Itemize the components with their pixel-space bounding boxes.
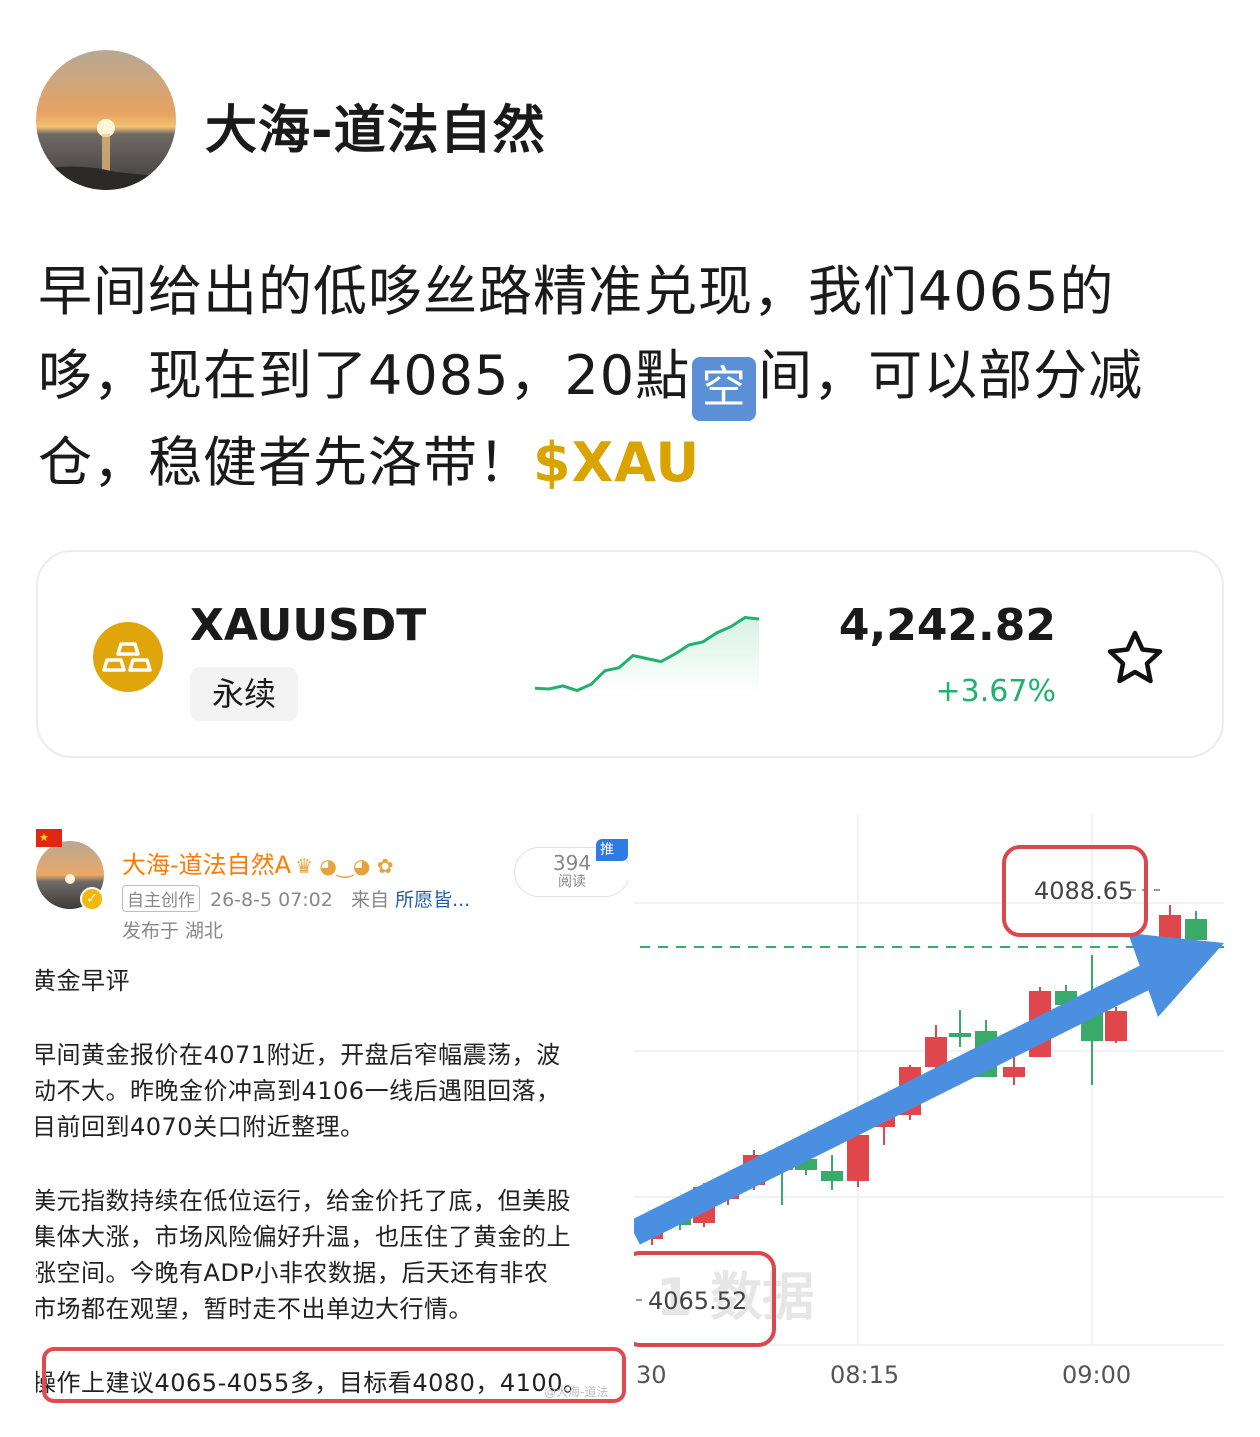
- post-body: 早间给出的低哆丝路精准兑现，我们4065的 哆，现在到了4085，20點空间，可…: [38, 250, 1218, 505]
- highlight-box: [42, 1347, 626, 1403]
- post-line-1: 早间给出的低哆丝路精准兑现，我们4065的: [38, 260, 1115, 323]
- contract-type-badge: 永续: [190, 667, 299, 721]
- sunset-image: [36, 50, 176, 190]
- x-tick-label: 08:15: [830, 1361, 899, 1389]
- price-change: +3.67%: [935, 674, 1056, 709]
- original-tag: 自主创作: [122, 885, 200, 912]
- article-line: 市场都在观望，暂时走不出单边大行情。: [36, 1295, 473, 1323]
- ticker-symbol: XAUUSDT: [190, 600, 427, 651]
- kongjian-emoji: 空: [692, 357, 757, 421]
- candlestick-chart-screenshot: 1 数据 4088.65 4065.52 30 08:15 09:00: [634, 815, 1224, 1405]
- article-line: 目前回到4070关口附近整理。: [36, 1113, 365, 1141]
- post-line-2-a: 哆，现在到了4085，20點: [38, 344, 691, 407]
- trend-arrow-icon: [634, 933, 1224, 1245]
- candlestick-chart: 1 数据 4088.65 4065.52 30 08:15 09:00: [634, 815, 1224, 1389]
- candle-body: [925, 1037, 947, 1067]
- ticker-card[interactable]: XAUUSDT 永续 4,242.82 +3.67%: [36, 550, 1224, 758]
- article-line: 黄金早评: [36, 967, 130, 995]
- post-line-3-text: 仓，稳健者先洛带！: [38, 431, 533, 494]
- post-line-3: 仓，稳健者先洛带！$XAU: [38, 421, 1218, 505]
- article-line: 动不大。昨晚金价冲高到4106一线后遇阻回落，: [36, 1077, 561, 1105]
- from-source: 所愿皆...: [395, 889, 471, 911]
- article-line: 涨空间。今晚有ADP小非农数据，后天还有非农: [36, 1259, 549, 1287]
- candle-body: [847, 1135, 869, 1181]
- article-screenshot: ★ ✓ 大海-道法自然A ♛ ◕‿◕ ✿ 自主创作 26-8-5 07:02 来自 …: [36, 815, 628, 1405]
- high-price-label: 4088.65: [1034, 877, 1133, 905]
- price-sparkline: [534, 615, 760, 694]
- promo-badge: 推广: [596, 839, 628, 880]
- x-tick-label: 30: [636, 1361, 667, 1389]
- candle-body: [821, 1171, 843, 1181]
- gold-bars-icon: [93, 622, 163, 692]
- article-line: 美元指数持续在低位运行，给金价托了底，但美股: [36, 1187, 571, 1215]
- article-line: 集体大涨，市场风险偏好升温，也压住了黄金的上: [36, 1223, 571, 1251]
- post-meta: 自主创作 26-8-5 07:02 来自 所愿皆...: [122, 885, 470, 912]
- sub-author-name: 大海-道法自然A ♛ ◕‿◕ ✿: [122, 845, 393, 880]
- low-price-label: 4065.52: [648, 1287, 747, 1315]
- verified-badge-icon: ✓: [80, 887, 104, 911]
- flag-icon: ★: [36, 829, 62, 847]
- sub-author-name-text: 大海-道法自然A: [122, 851, 292, 879]
- watermark-text: @大海-道法: [544, 1385, 609, 1399]
- last-price: 4,242.82: [838, 600, 1056, 651]
- post-datetime: 26-8-5 07:02: [210, 889, 333, 911]
- author-avatar[interactable]: [36, 50, 176, 190]
- from-label: 来自: [351, 889, 390, 911]
- candle-body: [1159, 915, 1181, 940]
- author-name[interactable]: 大海-道法自然: [205, 88, 546, 163]
- post-location: 发布于 湖北: [122, 920, 224, 942]
- candle-body: [1105, 1011, 1127, 1041]
- x-tick-label: 09:00: [1062, 1361, 1131, 1389]
- candle-body: [1185, 919, 1207, 940]
- star-icon[interactable]: [1104, 627, 1166, 689]
- post-line-2: 哆，现在到了4085，20點空间，可以部分减: [38, 334, 1218, 421]
- candle-body: [1003, 1067, 1025, 1077]
- badge-emoji-icons: ♛ ◕‿◕ ✿: [295, 854, 394, 878]
- candle-body: [949, 1033, 971, 1037]
- article-line: 早间黄金报价在4071附近，开盘后窄幅震荡，波: [36, 1041, 561, 1069]
- ticker-link[interactable]: $XAU: [533, 431, 700, 494]
- post-line-2-b: 间，可以部分减: [758, 344, 1144, 407]
